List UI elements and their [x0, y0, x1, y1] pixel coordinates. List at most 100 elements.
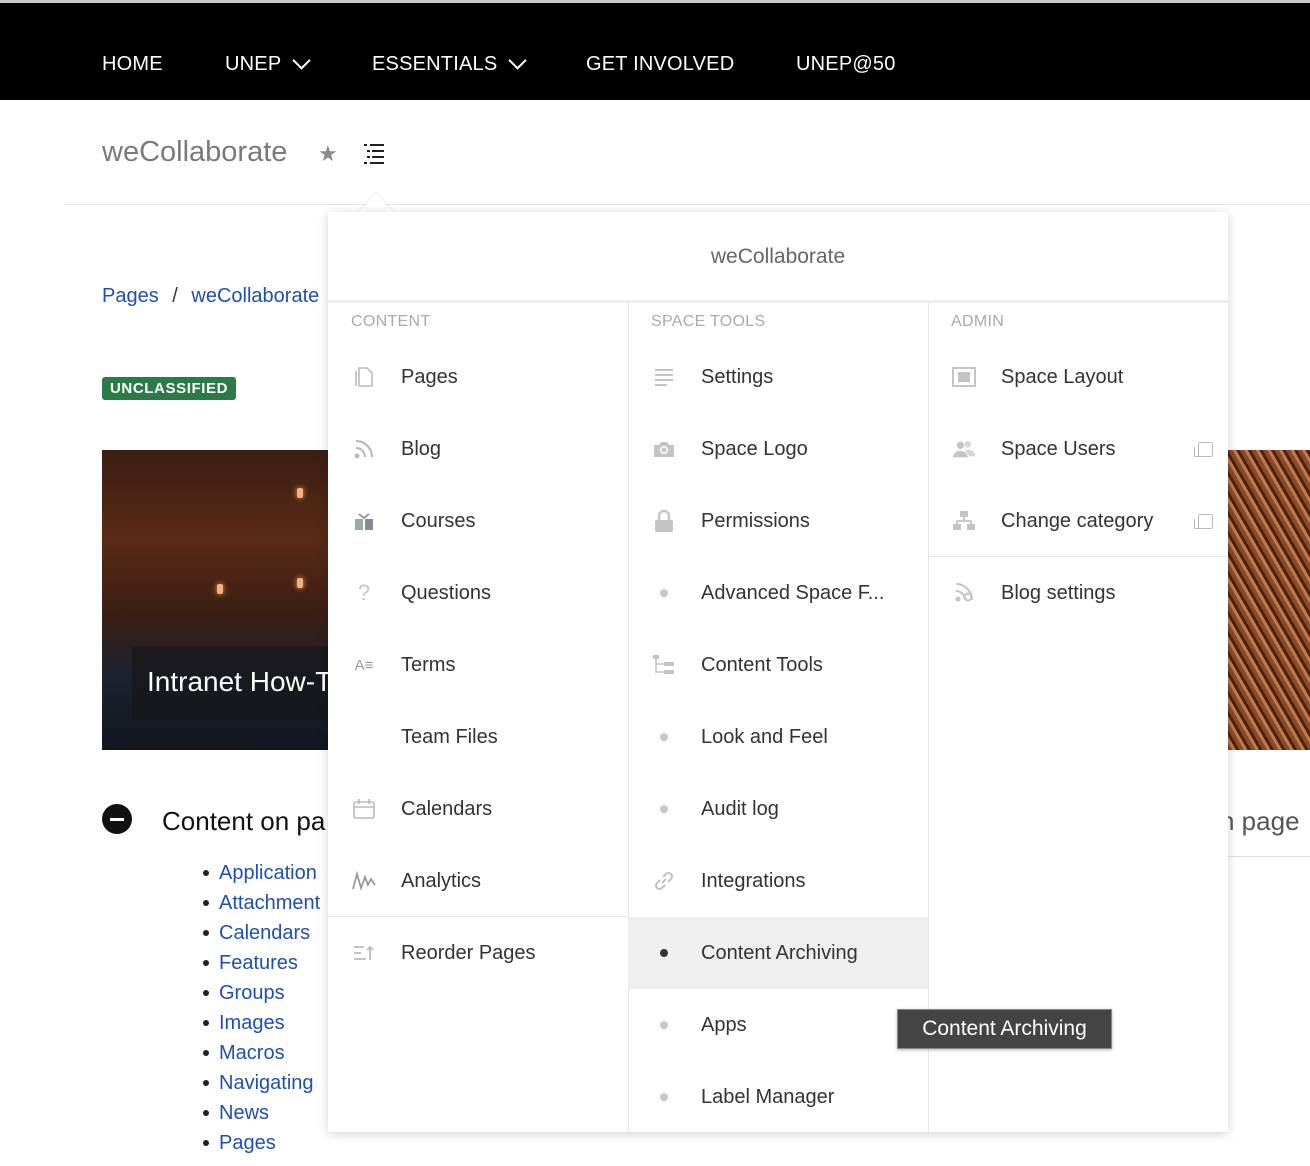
- content-archiving-tooltip: Content Archiving: [897, 1009, 1112, 1049]
- menu-item-permissions[interactable]: Permissions: [628, 485, 928, 557]
- toc-link[interactable]: Attachment: [200, 888, 328, 918]
- nav-unep-label: UNEP: [225, 53, 282, 75]
- menu-item-label: Advanced Space F...: [701, 581, 885, 604]
- menu-item-blog[interactable]: Blog: [328, 413, 628, 485]
- nav-unep50-label: UNEP@50: [796, 53, 896, 75]
- menu-item-label: Courses: [401, 509, 476, 532]
- toc-link[interactable]: News: [200, 1098, 328, 1128]
- toc-link[interactable]: Pages: [200, 1128, 328, 1158]
- admin-column: ADMIN Space Layout Space Users Change ca…: [928, 303, 1228, 1132]
- nav-home[interactable]: HOME: [102, 53, 163, 76]
- collapse-toggle-icon[interactable]: [102, 804, 132, 834]
- hierarchy-icon: [952, 509, 976, 533]
- breadcrumb-current-link[interactable]: weCollaborate: [191, 285, 319, 307]
- toc-link[interactable]: Macros: [200, 1038, 328, 1068]
- toc-link[interactable]: Groups: [200, 978, 328, 1008]
- menu-item-label: Questions: [401, 581, 492, 604]
- menu-item-blog-settings[interactable]: Blog settings: [928, 557, 1228, 629]
- chevron-down-icon: [292, 51, 312, 70]
- toc-link[interactable]: Application: [200, 858, 328, 888]
- dot-icon: [652, 725, 676, 749]
- toc-right-divider: [1228, 856, 1310, 857]
- menu-item-label-manager[interactable]: Label Manager: [628, 1061, 928, 1133]
- menu-item-courses[interactable]: Courses: [328, 485, 628, 557]
- menu-item-label: Space Users: [1001, 437, 1116, 460]
- menu-item-label: Change category: [1001, 509, 1154, 532]
- dot-icon: [652, 1013, 676, 1037]
- space-tools-column: SPACE TOOLS Settings Space Logo Permissi…: [628, 303, 929, 1132]
- blog-settings-icon: [952, 581, 976, 605]
- menu-item-team-files[interactable]: Team Files: [328, 701, 628, 773]
- nav-unep[interactable]: UNEP: [225, 51, 312, 76]
- toc-link[interactable]: Features: [200, 948, 328, 978]
- nav-get-involved-label: GET INVOLVED: [586, 53, 735, 75]
- menu-item-space-users[interactable]: Space Users: [928, 413, 1228, 485]
- toc-title: Content on pa: [162, 806, 326, 836]
- menu-item-integrations[interactable]: Integrations: [628, 845, 928, 917]
- menu-item-label: Content Tools: [701, 653, 823, 676]
- nav-home-label: HOME: [102, 53, 163, 75]
- question-icon: ?: [357, 580, 371, 605]
- menu-item-calendars[interactable]: Calendars: [328, 773, 628, 845]
- menu-item-label: Reorder Pages: [401, 941, 536, 964]
- menu-item-label: Space Logo: [701, 437, 808, 460]
- menu-item-label: Space Layout: [1001, 365, 1124, 388]
- toc-link[interactable]: Images: [200, 1008, 328, 1038]
- external-link-icon: [1194, 513, 1213, 529]
- menu-item-content-tools[interactable]: Content Tools: [628, 629, 928, 701]
- space-tools-heading: SPACE TOOLS: [651, 313, 766, 330]
- menu-item-advanced-space[interactable]: Advanced Space F...: [628, 557, 928, 629]
- menu-item-look-and-feel[interactable]: Look and Feel: [628, 701, 928, 773]
- content-tools-icon: [652, 653, 676, 677]
- top-navigation-bar: HOME UNEP ESSENTIALS GET INVOLVED UNEP@5…: [0, 0, 1310, 100]
- menu-item-analytics[interactable]: Analytics: [328, 845, 628, 917]
- link-icon: [652, 869, 676, 893]
- hero-caption[interactable]: Intranet How-T: [132, 646, 332, 720]
- menu-item-label: Blog: [401, 437, 442, 460]
- menu-item-label: Calendars: [401, 797, 493, 820]
- nav-unep50[interactable]: UNEP@50: [796, 53, 896, 76]
- list-icon[interactable]: [364, 143, 384, 164]
- space-title[interactable]: weCollaborate: [102, 136, 287, 169]
- analytics-icon: [352, 869, 376, 893]
- menu-item-space-logo[interactable]: Space Logo: [628, 413, 928, 485]
- menu-item-label: Apps: [701, 1013, 747, 1036]
- chevron-down-icon: [508, 51, 528, 70]
- content-heading: CONTENT: [351, 313, 431, 330]
- menu-item-settings[interactable]: Settings: [628, 341, 928, 413]
- header-divider: [64, 204, 1310, 205]
- dot-icon: [652, 581, 676, 605]
- menu-item-label: Label Manager: [701, 1085, 835, 1108]
- menu-item-content-archiving[interactable]: Content Archiving: [628, 917, 928, 989]
- menu-item-change-category[interactable]: Change category: [928, 485, 1228, 557]
- menu-item-label: Settings: [701, 365, 774, 388]
- lock-icon: [652, 509, 676, 533]
- toc-link[interactable]: Calendars: [200, 918, 328, 948]
- dot-icon: [652, 1085, 676, 1109]
- menu-item-label: Audit log: [701, 797, 779, 820]
- menu-item-space-layout[interactable]: Space Layout: [928, 341, 1228, 413]
- camera-icon: [652, 437, 676, 461]
- menu-item-apps[interactable]: Apps: [628, 989, 928, 1061]
- layout-icon: [952, 365, 976, 389]
- hero-image-right[interactable]: [1228, 450, 1310, 750]
- menu-item-terms[interactable]: A≡ Terms: [328, 629, 628, 701]
- breadcrumb-separator: /: [172, 285, 178, 307]
- menu-item-audit-log[interactable]: Audit log: [628, 773, 928, 845]
- menu-item-questions[interactable]: ? Questions: [328, 557, 628, 629]
- menu-item-label: Blog settings: [1001, 581, 1116, 604]
- breadcrumb-pages-link[interactable]: Pages: [102, 285, 159, 307]
- toc-link[interactable]: Navigating: [200, 1068, 328, 1098]
- nav-essentials[interactable]: ESSENTIALS: [372, 51, 528, 76]
- dot-icon: [652, 797, 676, 821]
- users-icon: [952, 437, 976, 461]
- menu-item-pages[interactable]: Pages: [328, 341, 628, 413]
- nav-essentials-label: ESSENTIALS: [372, 53, 498, 75]
- menu-item-label: Pages: [401, 365, 458, 388]
- dropdown-title: weCollaborate: [328, 212, 1228, 303]
- menu-item-label: Terms: [401, 653, 456, 676]
- toc-right-heading: n page: [1220, 806, 1300, 836]
- menu-item-reorder-pages[interactable]: Reorder Pages: [328, 917, 628, 989]
- star-icon[interactable]: ★: [318, 141, 338, 167]
- nav-get-involved[interactable]: GET INVOLVED: [586, 53, 734, 76]
